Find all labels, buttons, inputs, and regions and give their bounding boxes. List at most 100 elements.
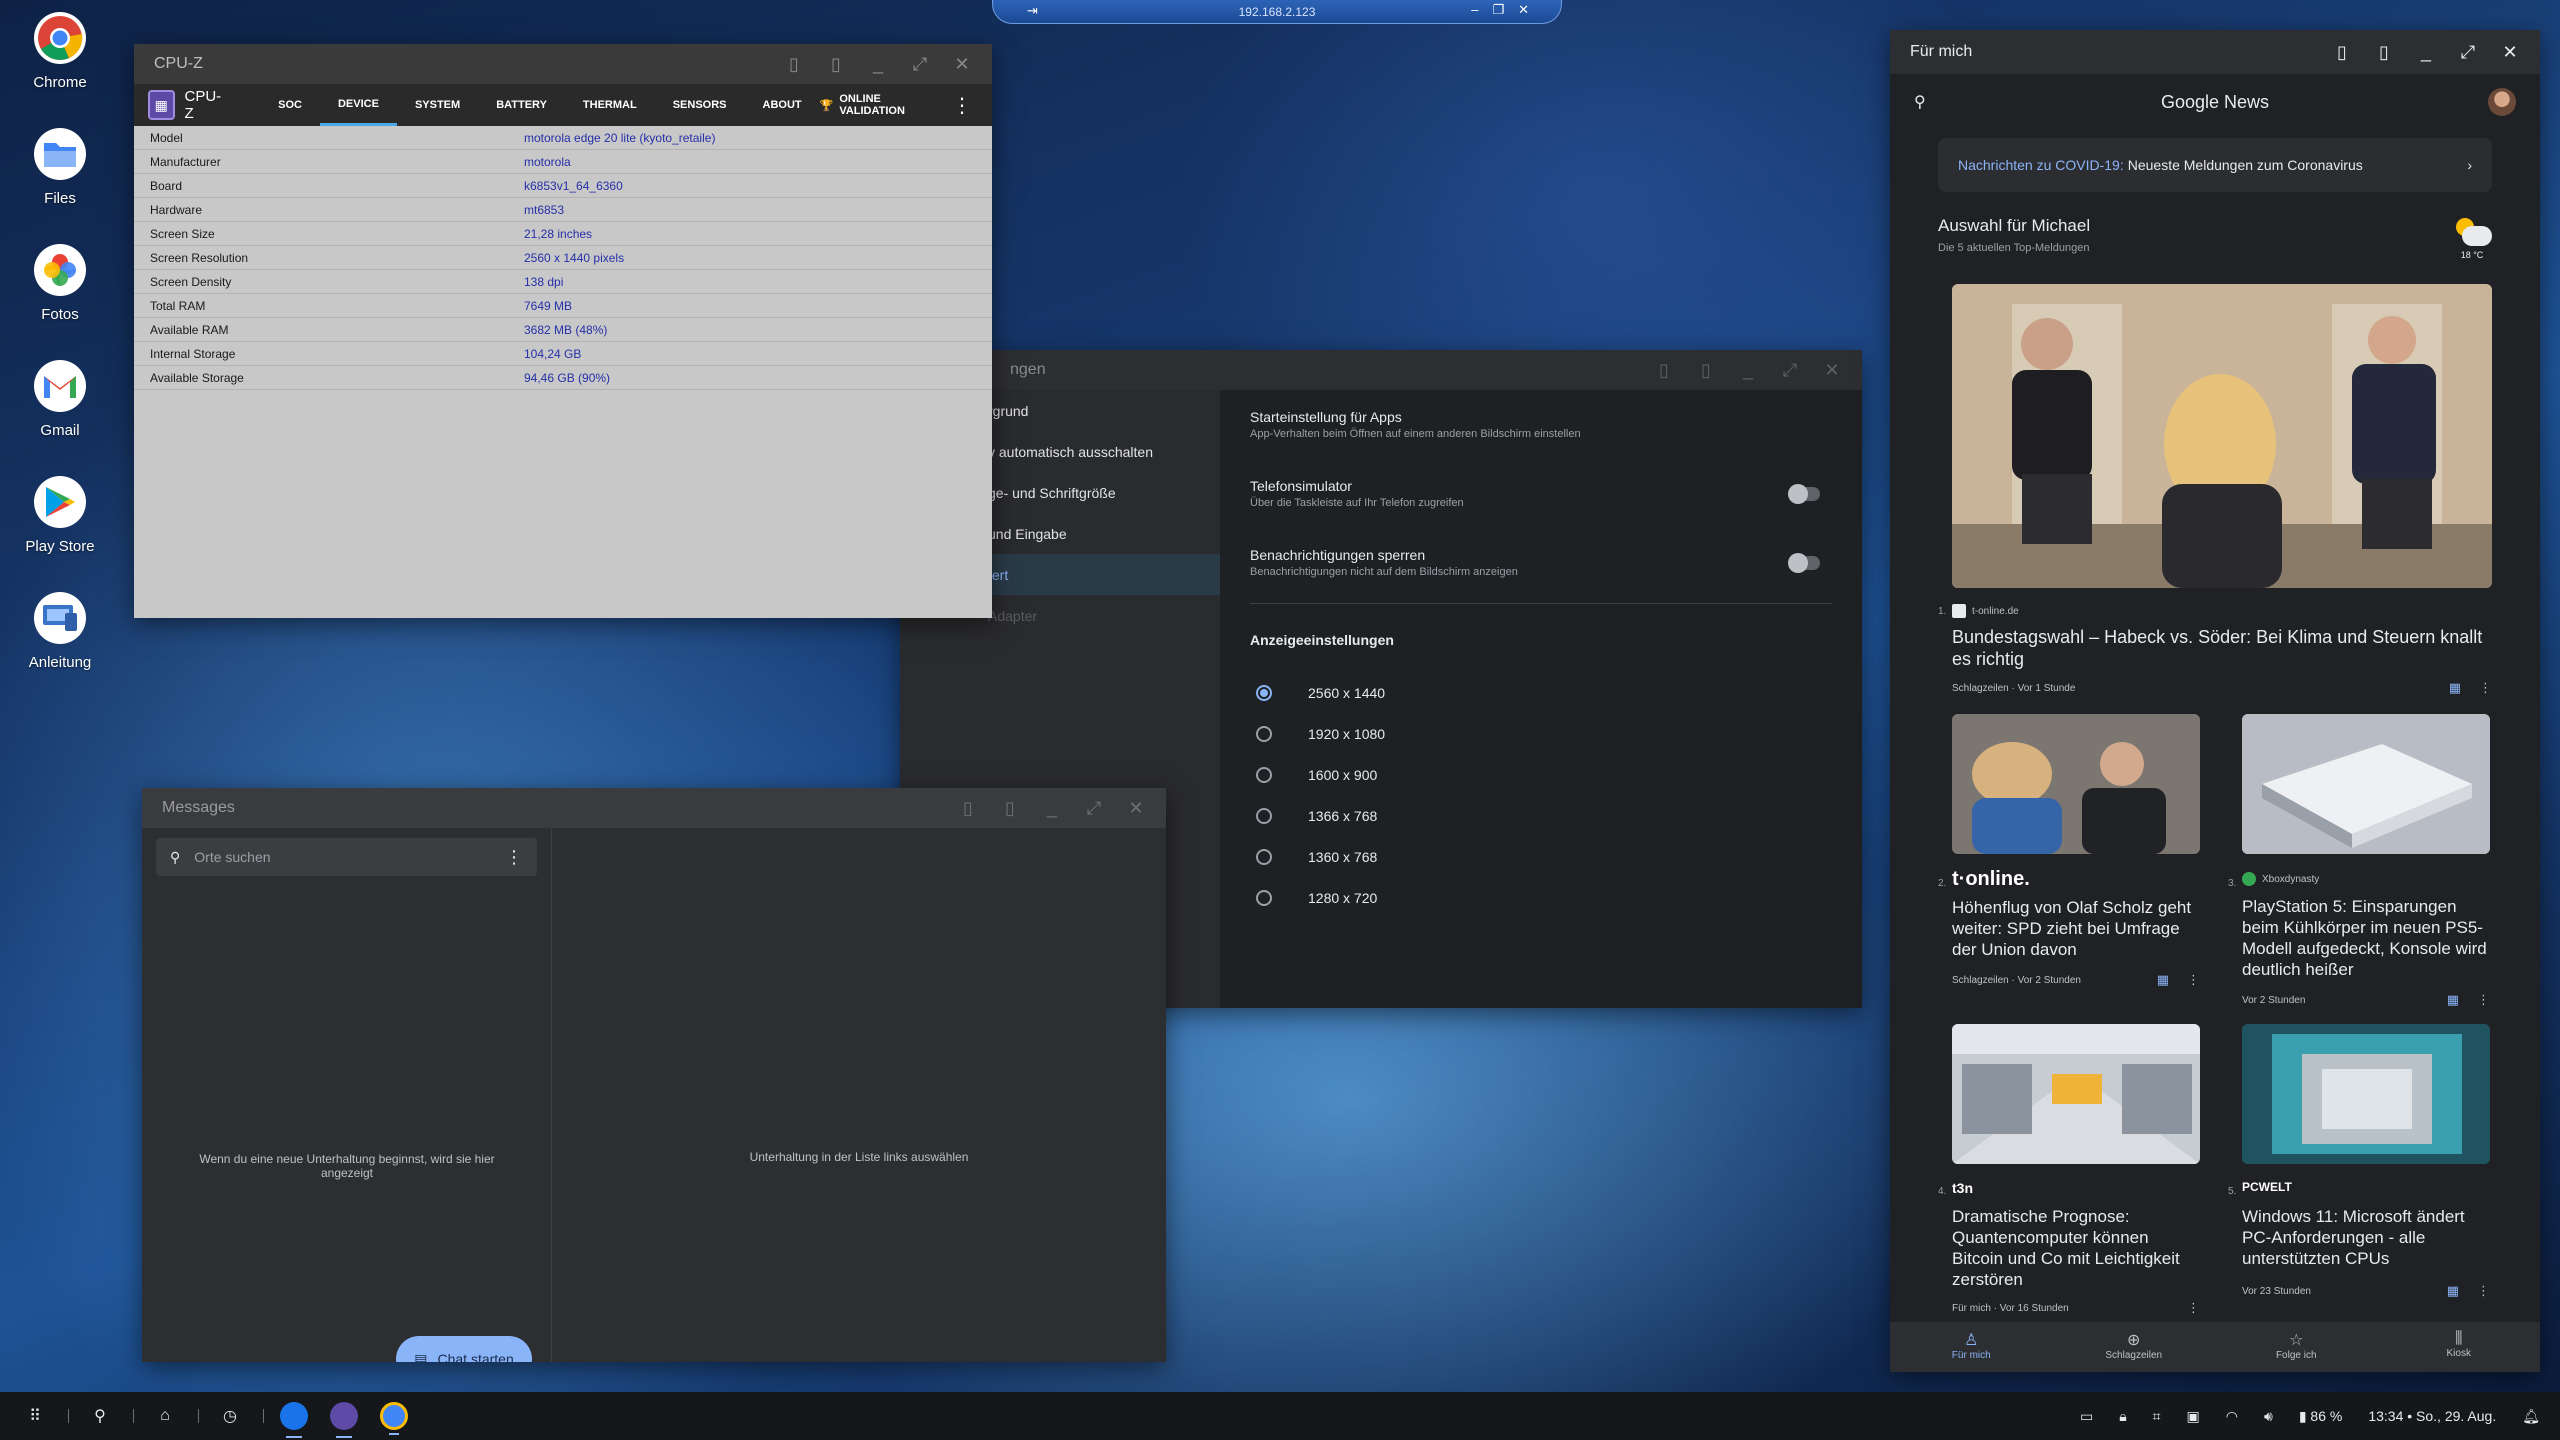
split-right-icon[interactable]: ▯	[2374, 42, 2394, 63]
minimize-icon[interactable]: _	[1738, 360, 1758, 381]
messages-window[interactable]: Messages ▯ ▯ _ ⤢ ✕ ⚲ Orte suchen ⋮ Wenn …	[142, 788, 1166, 1362]
minimize-icon[interactable]: _	[2416, 42, 2436, 63]
article-text[interactable]: t3n Dramatische Prognose: Quantencompute…	[1952, 1180, 2200, 1316]
google-news-window[interactable]: Für mich ▯ ▯ _ ⤢ ✕ ⚲ Google News Nachric…	[1890, 30, 2540, 1372]
more-options-icon[interactable]: ⋮	[2187, 1300, 2200, 1316]
radio-button[interactable]	[1256, 848, 1272, 865]
volume-icon[interactable]: 🔊︎	[2264, 1408, 2273, 1425]
split-right-icon[interactable]: ▯	[1000, 798, 1020, 819]
radio-button[interactable]	[1256, 766, 1272, 783]
desktop-icon-anleitung[interactable]: Anleitung	[20, 592, 100, 671]
desktop-icon-gmail[interactable]: Gmail	[20, 360, 100, 439]
maximize-icon[interactable]: ⤢	[910, 54, 930, 75]
split-right-icon[interactable]: ▯	[1696, 360, 1716, 381]
clock[interactable]: 13:34 • So., 29. Aug.	[2368, 1408, 2496, 1424]
tab-thermal[interactable]: THERMAL	[565, 84, 655, 126]
battery-status[interactable]: ▮ 86 %	[2299, 1408, 2343, 1425]
close-icon[interactable]: ✕	[1126, 798, 1146, 819]
radio-button[interactable]	[1256, 725, 1272, 742]
tab-battery[interactable]: BATTERY	[478, 84, 565, 126]
cpuz-taskbar-icon[interactable]	[330, 1402, 358, 1438]
resolution-option[interactable]: 1360 x 768	[1250, 836, 1832, 877]
remote-session-bar[interactable]: ⇥ 192.168.2.123 – ❐ ✕	[992, 0, 1562, 24]
desktop-icon-fotos[interactable]: Fotos	[20, 244, 100, 323]
more-options-icon[interactable]: ⋮	[2479, 680, 2492, 696]
cpuz-titlebar[interactable]: CPU-Z ▯ ▯ _ ⤢ ✕	[134, 44, 992, 84]
minimize-icon[interactable]: _	[1042, 798, 1062, 819]
full-coverage-icon[interactable]: ▦	[2157, 972, 2169, 988]
radio-button[interactable]	[1256, 807, 1272, 824]
desktop-icon-files[interactable]: Files	[20, 128, 100, 207]
news-nav-schlagzeilen[interactable]: ⊕ Schlagzeilen	[2053, 1322, 2216, 1372]
tab-about[interactable]: ABOUT	[745, 84, 820, 126]
article-text[interactable]: Xboxdynasty PlayStation 5: Einsparungen …	[2242, 872, 2490, 1008]
article-card[interactable]	[2242, 1024, 2490, 1164]
lock-icon[interactable]: 🔒︎	[2119, 1408, 2126, 1425]
search-icon[interactable]: ⚲	[85, 1406, 115, 1426]
more-options-icon[interactable]: ⋮	[952, 93, 972, 118]
display-icon[interactable]: ▣	[2187, 1408, 2200, 1425]
resolution-option[interactable]: 2560 x 1440	[1250, 672, 1832, 713]
search-input[interactable]: Orte suchen	[194, 849, 270, 865]
full-coverage-icon[interactable]: ▦	[2449, 680, 2461, 696]
screenshot-icon[interactable]: ⌗	[2153, 1408, 2161, 1425]
article-text[interactable]: t-online.de Bundestagswahl – Habeck vs. …	[1952, 604, 2492, 696]
online-validation-button[interactable]: 🏆 ONLINE VALIDATION	[820, 93, 932, 117]
setting-app-start[interactable]: Starteinstellung für Apps App-Verhalten …	[1250, 390, 1832, 459]
full-coverage-icon[interactable]: ▦	[2447, 992, 2459, 1008]
app-launcher-icon[interactable]: ⠿	[20, 1406, 50, 1426]
setting-lock-notifications[interactable]: Benachrichtigungen sperren Benachrichtig…	[1250, 528, 1832, 597]
more-options-icon[interactable]: ⋮	[2187, 972, 2200, 988]
tab-soc[interactable]: SOC	[260, 84, 320, 126]
messages-titlebar[interactable]: Messages ▯ ▯ _ ⤢ ✕	[142, 788, 1166, 828]
article-card[interactable]	[1952, 284, 2492, 588]
radio-button[interactable]	[1256, 889, 1272, 906]
notification-bell-icon[interactable]: 🔔︎	[2522, 1408, 2540, 1425]
article-text[interactable]: t·online. Höhenflug von Olaf Scholz geht…	[1952, 868, 2200, 988]
tab-device[interactable]: DEVICE	[319, 84, 397, 126]
close-icon[interactable]: ✕	[952, 54, 972, 75]
resolution-option[interactable]: 1600 x 900	[1250, 754, 1832, 795]
split-left-icon[interactable]: ▯	[2332, 42, 2352, 63]
start-chat-button[interactable]: ▤ Chat starten	[396, 1336, 532, 1362]
more-options-icon[interactable]: ⋮	[505, 847, 523, 868]
article-card[interactable]	[2242, 714, 2490, 854]
news-nav-kiosk[interactable]: ⫼ Kiosk	[2378, 1322, 2541, 1372]
close-icon[interactable]: ✕	[2500, 42, 2520, 63]
weather-widget[interactable]: 18 °C	[2452, 216, 2492, 260]
desktop-icon-play-store[interactable]: Play Store	[20, 476, 100, 555]
tab-sensors[interactable]: SENSORS	[655, 84, 745, 126]
maximize-icon[interactable]: ⤢	[1780, 360, 1800, 381]
more-options-icon[interactable]: ⋮	[2477, 1283, 2490, 1299]
radio-button[interactable]	[1256, 684, 1272, 701]
maximize-icon[interactable]: ⤢	[1084, 798, 1104, 819]
tab-system[interactable]: SYSTEM	[397, 84, 478, 126]
remote-minimize-button[interactable]: –	[1471, 2, 1478, 18]
split-right-icon[interactable]: ▯	[826, 54, 846, 75]
home-icon[interactable]: ⌂	[150, 1407, 180, 1425]
cpuz-window[interactable]: CPU-Z ▯ ▯ _ ⤢ ✕ ▦ CPU-Z SOC DEVICE SYSTEM B…	[134, 44, 992, 618]
news-taskbar-icon[interactable]	[380, 1402, 408, 1435]
desktop-icon-chrome[interactable]: Chrome	[20, 12, 100, 91]
resolution-option[interactable]: 1366 x 768	[1250, 795, 1832, 836]
minimize-icon[interactable]: _	[868, 54, 888, 75]
settings-titlebar[interactable]: ngen ▯ ▯ _ ⤢ ✕	[900, 350, 1862, 390]
split-left-icon[interactable]: ▯	[784, 54, 804, 75]
remote-restore-button[interactable]: ❐	[1492, 2, 1504, 18]
remote-close-button[interactable]: ✕	[1518, 2, 1529, 18]
news-nav-folge-ich[interactable]: ☆ Folge ich	[2215, 1322, 2378, 1372]
pin-icon[interactable]: ⇥	[1027, 3, 1038, 19]
wifi-icon[interactable]: ◠	[2226, 1408, 2238, 1425]
lock-notifications-toggle[interactable]	[1788, 552, 1820, 573]
cast-icon[interactable]: ▭	[2080, 1408, 2093, 1425]
conversation-search-bar[interactable]: ⚲ Orte suchen ⋮	[156, 838, 537, 876]
article-card[interactable]	[1952, 714, 2200, 854]
article-card[interactable]	[1952, 1024, 2200, 1164]
news-titlebar[interactable]: Für mich ▯ ▯ _ ⤢ ✕	[1890, 30, 2540, 74]
messages-taskbar-icon[interactable]	[280, 1402, 308, 1438]
news-nav-für-mich[interactable]: ♙ Für mich	[1890, 1322, 2053, 1372]
covid-banner[interactable]: Nachrichten zu COVID-19: Neueste Meldung…	[1938, 138, 2492, 192]
more-options-icon[interactable]: ⋮	[2477, 992, 2490, 1008]
phone-simulator-toggle[interactable]	[1788, 483, 1820, 504]
setting-phone-simulator[interactable]: Telefonsimulator Über die Taskleiste auf…	[1250, 459, 1832, 528]
